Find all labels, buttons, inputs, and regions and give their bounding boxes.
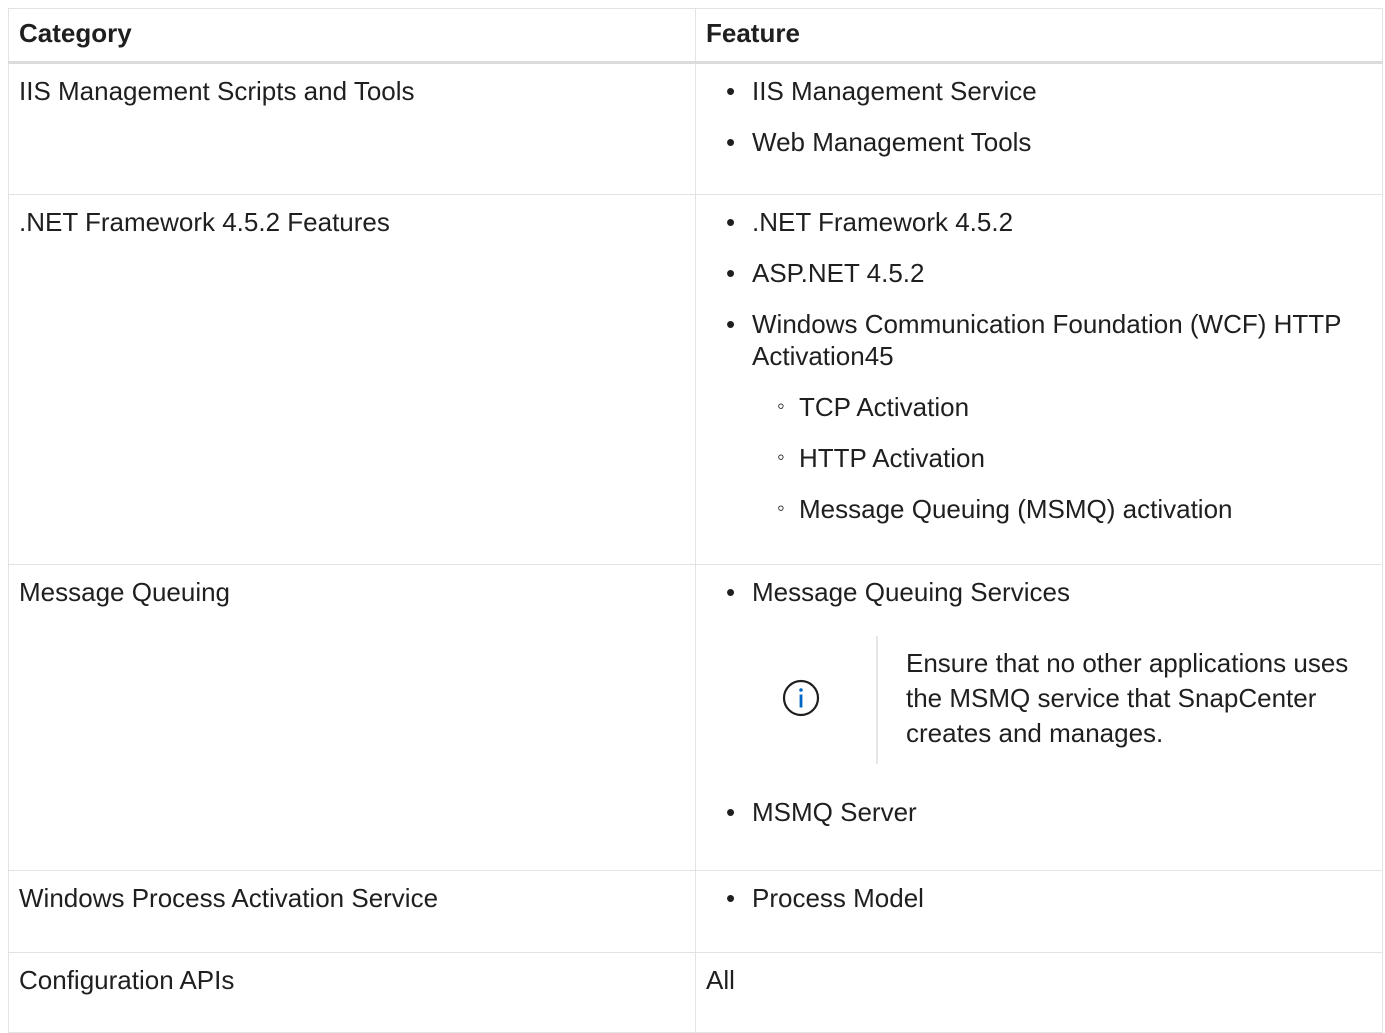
table-row: Configuration APIs All	[8, 952, 1383, 1033]
category-cell: .NET Framework 4.5.2 Features	[8, 194, 696, 565]
category-cell: Windows Process Activation Service	[8, 870, 696, 953]
list-item: • ASP.NET 4.5.2	[726, 258, 925, 288]
bullet-icon: •	[726, 797, 736, 827]
list-item: • MSMQ Server	[726, 797, 917, 827]
feature-cell: All	[695, 952, 1383, 1033]
feature-list: • Message Queuing Services	[706, 576, 1372, 608]
table-row: Message Queuing • Message Queuing Service…	[8, 564, 1383, 871]
list-item: • Windows Communication Foundation (WCF) …	[706, 308, 1372, 525]
bullet-icon: •	[726, 207, 736, 237]
info-icon	[782, 679, 820, 717]
list-item: • Message Queuing Services	[726, 577, 1070, 607]
category-cell: Message Queuing	[8, 564, 696, 871]
list-item: • Process Model	[726, 883, 924, 913]
feature-list: • MSMQ Server	[706, 796, 1372, 828]
requirements-table: Category Feature IIS Management Scripts …	[8, 8, 1383, 1033]
hollow-bullet-icon: ◦	[777, 495, 785, 520]
table-row: Windows Process Activation Service • Proc…	[8, 870, 1383, 953]
bullet-icon: •	[726, 309, 736, 339]
sub-list-item: ◦ TCP Activation	[777, 392, 970, 422]
column-header-feature: Feature	[695, 8, 1383, 64]
feature-list: • .NET Framework 4.5.2 • ASP.NET 4.5.2 • Wi…	[706, 206, 1372, 525]
feature-cell: • Process Model	[695, 870, 1383, 953]
bullet-icon: •	[726, 883, 736, 913]
bullet-icon: •	[726, 577, 736, 607]
feature-list: • Process Model	[706, 882, 1372, 914]
table-row: IIS Management Scripts and Tools • IIS Ma…	[8, 62, 1383, 195]
sub-list-item: ◦ HTTP Activation	[777, 443, 985, 473]
category-cell: IIS Management Scripts and Tools	[8, 62, 696, 195]
sub-feature-list: ◦ TCP Activation ◦ HTTP Activation ◦ Messag…	[752, 391, 1372, 525]
list-item: • Web Management Tools	[726, 127, 1032, 157]
category-cell: Configuration APIs	[8, 952, 696, 1033]
feature-cell: • .NET Framework 4.5.2 • ASP.NET 4.5.2 • Wi…	[695, 194, 1383, 565]
column-header-category: Category	[8, 8, 696, 64]
hollow-bullet-icon: ◦	[777, 393, 785, 418]
bullet-icon: •	[726, 76, 736, 106]
feature-cell: • Message Queuing Services Ensure that no…	[695, 564, 1383, 871]
list-item: • IIS Management Service	[726, 76, 1037, 106]
table-header-row: Category Feature	[8, 8, 1383, 64]
note-text: Ensure that no other applications uses t…	[906, 648, 1349, 748]
bullet-icon: •	[726, 127, 736, 157]
feature-list: • IIS Management Service • Web Management …	[706, 75, 1372, 158]
sub-list-item: ◦ Message Queuing (MSMQ) activation	[777, 494, 1233, 524]
info-note: Ensure that no other applications uses t…	[752, 636, 1372, 764]
feature-cell: • IIS Management Service • Web Management …	[695, 62, 1383, 195]
table-row: .NET Framework 4.5.2 Features • .NET Fram…	[8, 194, 1383, 565]
hollow-bullet-icon: ◦	[777, 444, 785, 469]
note-divider	[876, 636, 878, 764]
bullet-icon: •	[726, 258, 736, 288]
list-item: • .NET Framework 4.5.2	[726, 207, 1014, 237]
